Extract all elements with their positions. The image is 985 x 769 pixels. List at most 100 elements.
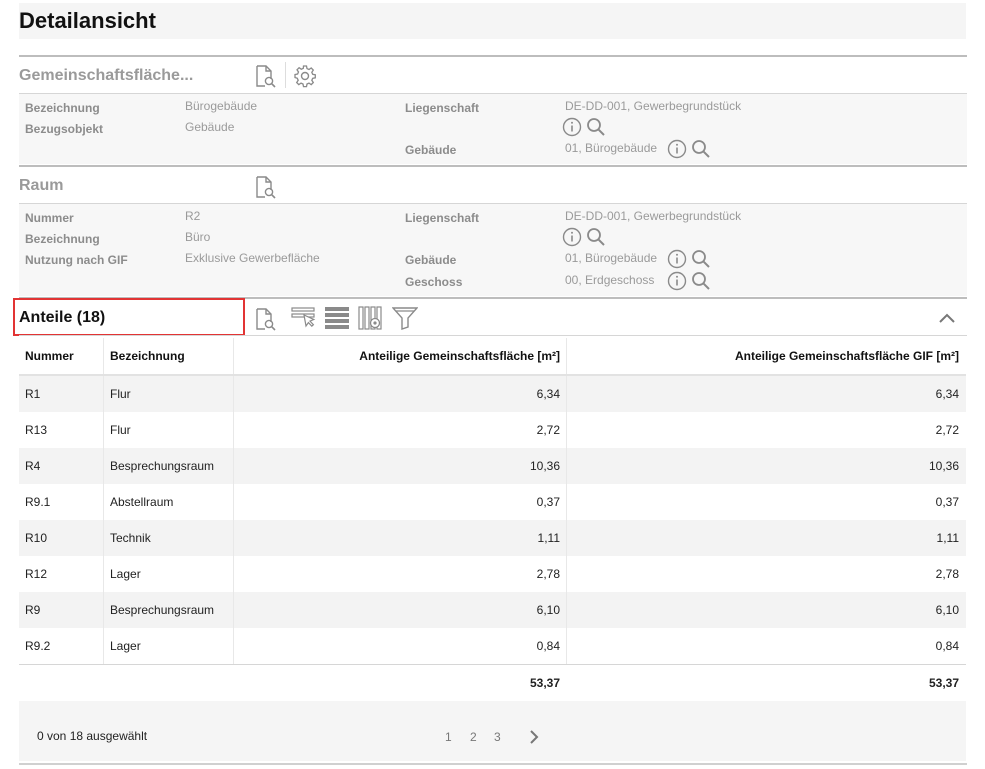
page-1-link[interactable]: 1 bbox=[445, 730, 452, 744]
cell-anteil: 6,34 bbox=[233, 376, 566, 412]
cell-nummer: R10 bbox=[25, 531, 48, 545]
title-bar bbox=[19, 3, 966, 39]
cell-anteil: 0,37 bbox=[233, 484, 566, 520]
field-label: Liegenschaft bbox=[405, 211, 480, 225]
section-divider bbox=[19, 335, 967, 336]
list-view-icon[interactable] bbox=[324, 306, 349, 330]
section-divider bbox=[19, 165, 967, 167]
table-row[interactable]: R13 Flur 2,72 2,72 bbox=[19, 412, 966, 448]
field-value: DE-DD-001, Gewerbegrundstück bbox=[565, 209, 742, 223]
field-value: 01, Bürogebäude bbox=[565, 141, 658, 155]
cell-anteil: 10,36 bbox=[233, 448, 566, 484]
column-header-anteil[interactable]: Anteilige Gemeinschaftsfläche [m²] bbox=[233, 338, 566, 374]
field-value: Gebäude bbox=[185, 120, 235, 134]
cell-anteil-gif: 2,78 bbox=[566, 556, 966, 592]
column-header-bezeichnung[interactable]: Bezeichnung bbox=[103, 338, 233, 374]
table-row[interactable]: R12 Lager 2,78 2,78 bbox=[19, 556, 966, 592]
table-header: Nummer Bezeichnung Anteilige Gemeinschaf… bbox=[19, 338, 966, 376]
search-icon[interactable] bbox=[585, 116, 607, 138]
table-row[interactable]: R4 Besprechungsraum 10,36 10,36 bbox=[19, 448, 966, 484]
field-value: Büro bbox=[185, 230, 211, 244]
table-row[interactable]: R1 Flur 6,34 6,34 bbox=[19, 376, 966, 412]
detail-view: Detailansicht Gemeinschaftsfläche... Bez… bbox=[0, 0, 985, 769]
chevron-right-icon[interactable] bbox=[527, 729, 541, 745]
cell-anteil-gif: 1,11 bbox=[566, 520, 966, 556]
cell-bezeichnung: Lager bbox=[103, 628, 233, 664]
info-icon[interactable] bbox=[561, 116, 583, 138]
cell-anteil: 0,84 bbox=[233, 628, 566, 664]
cell-bezeichnung: Flur bbox=[103, 376, 233, 412]
info-icon[interactable] bbox=[666, 270, 688, 292]
field-value: Exklusive Gewerbefläche bbox=[185, 251, 320, 265]
filter-icon[interactable] bbox=[392, 306, 418, 330]
cell-anteil: 6,10 bbox=[233, 592, 566, 628]
field-value: 01, Bürogebäude bbox=[565, 251, 658, 265]
cell-nummer: R4 bbox=[25, 459, 41, 473]
table-row[interactable]: R9.1 Abstellraum 0,37 0,37 bbox=[19, 484, 966, 520]
field-value: DE-DD-001, Gewerbegrundstück bbox=[565, 99, 742, 113]
document-search-icon[interactable] bbox=[253, 307, 277, 331]
column-settings-icon[interactable] bbox=[358, 305, 382, 330]
field-value: Bürogebäude bbox=[185, 99, 258, 113]
gear-icon[interactable] bbox=[293, 64, 317, 88]
anteile-table: Nummer Bezeichnung Anteilige Gemeinschaf… bbox=[19, 338, 966, 701]
page-3-link[interactable]: 3 bbox=[494, 730, 501, 744]
cell-anteil-gif: 0,84 bbox=[566, 628, 966, 664]
document-search-icon[interactable] bbox=[253, 64, 277, 88]
info-icon[interactable] bbox=[666, 138, 688, 160]
gemeinschaftsflaeche-details: Bezeichnung Bürogebäude Bezugsobjekt Geb… bbox=[19, 94, 967, 164]
chevron-up-icon[interactable] bbox=[936, 307, 958, 329]
search-icon[interactable] bbox=[690, 138, 712, 160]
page-2-link[interactable]: 2 bbox=[470, 730, 477, 744]
cell-anteil: 2,72 bbox=[233, 412, 566, 448]
field-label: Bezeichnung bbox=[25, 101, 100, 115]
info-icon[interactable] bbox=[666, 248, 688, 270]
search-icon[interactable] bbox=[690, 270, 712, 292]
section-title-gemeinschaftsflaeche: Gemeinschaftsfläche... bbox=[19, 67, 194, 84]
field-label: Gebäude bbox=[405, 253, 457, 267]
cell-anteil-gif: 6,34 bbox=[566, 376, 966, 412]
cell-anteil: 1,11 bbox=[233, 520, 566, 556]
page-title: Detailansicht bbox=[19, 8, 156, 33]
cell-bezeichnung: Technik bbox=[103, 520, 233, 556]
cell-anteil-gif: 10,36 bbox=[566, 448, 966, 484]
cell-nummer: R9 bbox=[25, 603, 41, 617]
cell-nummer: R9.1 bbox=[25, 495, 51, 509]
table-sum-row: 53,37 53,37 bbox=[19, 664, 966, 701]
cell-anteil: 2,78 bbox=[233, 556, 566, 592]
field-value: R2 bbox=[185, 209, 201, 223]
selection-count: 0 von 18 ausgewählt bbox=[37, 729, 148, 743]
field-label: Bezugsobjekt bbox=[25, 122, 104, 136]
info-icon[interactable] bbox=[561, 226, 583, 248]
table-row[interactable]: R9.2 Lager 0,84 0,84 bbox=[19, 628, 966, 664]
column-header-anteil-gif[interactable]: Anteilige Gemeinschaftsfläche GIF [m²] bbox=[566, 338, 966, 374]
cell-nummer: R13 bbox=[25, 423, 48, 437]
select-rows-icon[interactable] bbox=[291, 305, 316, 329]
section-title-raum: Raum bbox=[19, 177, 64, 194]
cell-nummer: R1 bbox=[25, 387, 41, 401]
bottom-divider bbox=[19, 763, 967, 765]
raum-details: Nummer R2 Bezeichnung Büro Nutzung nach … bbox=[19, 204, 967, 296]
cell-nummer: R12 bbox=[25, 567, 48, 581]
field-value: 00, Erdgeschoss bbox=[565, 273, 655, 287]
cell-bezeichnung: Lager bbox=[103, 556, 233, 592]
field-label: Nummer bbox=[25, 211, 74, 225]
toolbar-separator bbox=[285, 62, 286, 88]
search-icon[interactable] bbox=[690, 248, 712, 270]
table-row[interactable]: R9 Besprechungsraum 6,10 6,10 bbox=[19, 592, 966, 628]
cell-anteil-gif: 2,72 bbox=[566, 412, 966, 448]
table-footer: 0 von 18 ausgewählt 1 2 3 bbox=[19, 701, 966, 761]
search-icon[interactable] bbox=[585, 226, 607, 248]
field-label: Bezeichnung bbox=[25, 232, 100, 246]
cell-bezeichnung: Abstellraum bbox=[103, 484, 233, 520]
section-divider bbox=[19, 55, 967, 57]
field-label: Gebäude bbox=[405, 143, 457, 157]
document-search-icon[interactable] bbox=[253, 175, 277, 199]
field-label: Geschoss bbox=[405, 275, 463, 289]
table-row[interactable]: R10 Technik 1,11 1,11 bbox=[19, 520, 966, 556]
sum-anteil: 53,37 bbox=[529, 676, 560, 690]
cell-bezeichnung: Flur bbox=[103, 412, 233, 448]
cell-anteil-gif: 6,10 bbox=[566, 592, 966, 628]
cell-anteil-gif: 0,37 bbox=[566, 484, 966, 520]
column-header-nummer[interactable]: Nummer bbox=[19, 338, 103, 374]
